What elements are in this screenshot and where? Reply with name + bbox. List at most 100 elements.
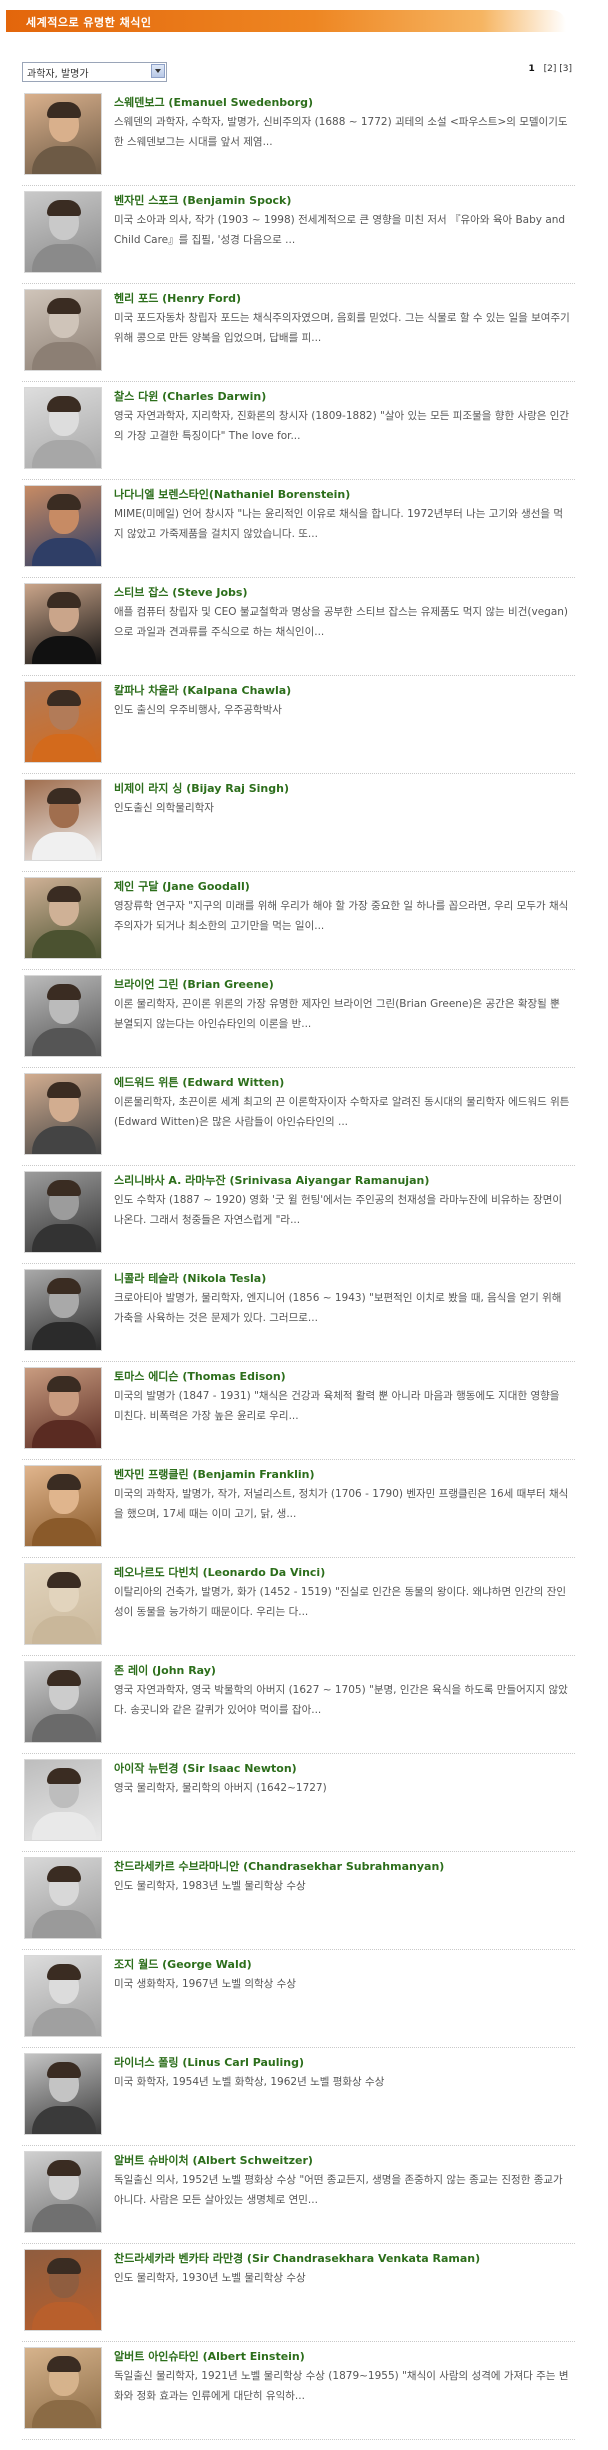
list-item[interactable]: 제인 구달 (Jane Goodall) 영장류학 연구자 "지구의 미래를 위해… <box>22 872 575 970</box>
portrait-image[interactable] <box>24 485 102 567</box>
list-item[interactable]: 아이작 뉴턴경 (Sir Isaac Newton) 영국 물리학자, 물리학의 … <box>22 1754 575 1852</box>
person-description: 인도 물리학자, 1930년 노벨 물리학상 수상 <box>114 2272 306 2284</box>
person-name-link[interactable]: 존 레이 (John Ray) <box>114 1662 216 1678</box>
list-item[interactable]: 니콜라 테슬라 (Nikola Tesla) 크로아티아 발명가, 물리학자, 엔… <box>22 1264 575 1362</box>
person-name-link[interactable]: 찬드라세카라 벤카타 라만경 (Sir Chandrasekhara Venka… <box>114 2250 480 2266</box>
person-name-link[interactable]: 벤자민 프랭클린 (Benjamin Franklin) <box>114 1466 315 1482</box>
person-name-link[interactable]: 아이작 뉴턴경 (Sir Isaac Newton) <box>114 1760 297 1776</box>
people-list: 스웨덴보그 (Emanuel Swedenborg) 스웨덴의 과학자, 수학자,… <box>0 88 608 2440</box>
person-description: 미국의 과학자, 발명가, 작가, 저널리스트, 정치가 (1706 - 179… <box>114 1488 569 1520</box>
person-name-link[interactable]: 스리니바사 A. 라마누잔 (Srinivasa Aiyangar Ramanu… <box>114 1172 429 1188</box>
section-header: 세계적으로 유명한 채식인 <box>6 6 596 36</box>
person-description: 미국 포드자동차 창립자 포드는 채식주의자였으며, 음회를 믿었다. 그는 식… <box>114 312 570 344</box>
person-name-link[interactable]: 나다니엘 보렌스타인(Nathaniel Borenstein) <box>114 486 350 502</box>
portrait-image[interactable] <box>24 1857 102 1939</box>
list-item[interactable]: 찰스 다윈 (Charles Darwin) 영국 자연과학자, 지리학자, 진화… <box>22 382 575 480</box>
portrait-image[interactable] <box>24 1759 102 1841</box>
person-name-link[interactable]: 제인 구달 (Jane Goodall) <box>114 878 250 894</box>
person-description: 독일출신 의사, 1952년 노벨 평화상 수상 "어떤 종교든지, 생명을 존… <box>114 2174 563 2206</box>
list-item[interactable]: 레오나르도 다빈치 (Leonardo Da Vinci) 이탈리아의 건축가, … <box>22 1558 575 1656</box>
list-item[interactable]: 비제이 라지 싱 (Bijay Raj Singh) 인도출신 의학물리학자 <box>22 774 575 872</box>
person-name-link[interactable]: 스웨덴보그 (Emanuel Swedenborg) <box>114 94 313 110</box>
portrait-image[interactable] <box>24 681 102 763</box>
person-name-link[interactable]: 칼파나 차울라 (Kalpana Chawla) <box>114 682 291 698</box>
person-description: 인도 출신의 우주비행사, 우주공학박사 <box>114 704 282 716</box>
list-item[interactable]: 헨리 포드 (Henry Ford) 미국 포드자동차 창립자 포드는 채식주의자… <box>22 284 575 382</box>
person-name-link[interactable]: 조지 월드 (George Wald) <box>114 1956 252 1972</box>
person-description: 크로아티아 발명가, 물리학자, 엔지니어 (1856 ~ 1943) "보편적… <box>114 1292 562 1324</box>
portrait-image[interactable] <box>24 387 102 469</box>
person-description: 영국 자연과학자, 영국 박물학의 아버지 (1627 ~ 1705) "분명,… <box>114 1684 568 1716</box>
person-name-link[interactable]: 에드워드 위튼 (Edward Witten) <box>114 1074 284 1090</box>
person-name-link[interactable]: 스티브 잡스 (Steve Jobs) <box>114 584 248 600</box>
portrait-image[interactable] <box>24 2151 102 2233</box>
person-name-link[interactable]: 브라이언 그린 (Brian Greene) <box>114 976 274 992</box>
portrait-image[interactable] <box>24 1661 102 1743</box>
person-description: 미국 소아과 의사, 작가 (1903 ~ 1998) 전세계적으로 큰 영향을… <box>114 214 566 246</box>
portrait-image[interactable] <box>24 779 102 861</box>
person-name-link[interactable]: 토마스 에디슨 (Thomas Edison) <box>114 1368 286 1384</box>
chevron-down-icon[interactable] <box>151 64 165 78</box>
person-description: 독일출신 물리학자, 1921년 노벨 물리학상 수상 (1879~1955) … <box>114 2370 569 2402</box>
portrait-image[interactable] <box>24 191 102 273</box>
portrait-image[interactable] <box>24 1269 102 1351</box>
list-item[interactable]: 칼파나 차울라 (Kalpana Chawla) 인도 출신의 우주비행사, 우주… <box>22 676 575 774</box>
person-name-link[interactable]: 라이너스 폴링 (Linus Carl Pauling) <box>114 2054 304 2070</box>
list-item[interactable]: 찬드라세카라 벤카타 라만경 (Sir Chandrasekhara Venka… <box>22 2244 575 2342</box>
list-item[interactable]: 알버트 슈바이처 (Albert Schweitzer) 독일출신 의사, 195… <box>22 2146 575 2244</box>
list-item[interactable]: 찬드라세카르 수브라마니안 (Chandrasekhar Subrahmanya… <box>22 1852 575 1950</box>
portrait-image[interactable] <box>24 1955 102 2037</box>
person-description: 미국 생화학자, 1967년 노벨 의학상 수상 <box>114 1978 296 1990</box>
person-name-link[interactable]: 찰스 다윈 (Charles Darwin) <box>114 388 266 404</box>
person-description: 이론 물리학자, 끈이론 위론의 가장 유명한 제자인 브라이언 그린(Bria… <box>114 998 560 1030</box>
page-link-3[interactable]: [3] <box>559 64 572 74</box>
person-description: 미국 화학자, 1954년 노벨 화학상, 1962년 노벨 평화상 수상 <box>114 2076 385 2088</box>
category-select[interactable]: 과학자, 발명가 <box>22 62 167 82</box>
page-current: 1 <box>528 64 535 74</box>
person-description: 영장류학 연구자 "지구의 미래를 위해 우리가 해야 할 가장 중요한 일 하… <box>114 900 569 932</box>
list-item[interactable]: 벤자민 스포크 (Benjamin Spock) 미국 소아과 의사, 작가 (1… <box>22 186 575 284</box>
portrait-image[interactable] <box>24 975 102 1057</box>
person-name-link[interactable]: 알버트 슈바이처 (Albert Schweitzer) <box>114 2152 313 2168</box>
list-item[interactable]: 토마스 에디슨 (Thomas Edison) 미국의 발명가 (1847 - 1… <box>22 1362 575 1460</box>
list-item[interactable]: 존 레이 (John Ray) 영국 자연과학자, 영국 박물학의 아버지 (16… <box>22 1656 575 1754</box>
list-item[interactable]: 에드워드 위튼 (Edward Witten) 이론물리학자, 초끈이론 세계 최… <box>22 1068 575 1166</box>
person-description: 이론물리학자, 초끈이론 세계 최고의 끈 이론학자이자 수학자로 알려진 동시… <box>114 1096 570 1128</box>
page-link-2[interactable]: [2] <box>544 64 557 74</box>
person-name-link[interactable]: 비제이 라지 싱 (Bijay Raj Singh) <box>114 780 289 796</box>
portrait-image[interactable] <box>24 289 102 371</box>
portrait-image[interactable] <box>24 1465 102 1547</box>
person-name-link[interactable]: 헨리 포드 (Henry Ford) <box>114 290 241 306</box>
portrait-image[interactable] <box>24 2249 102 2331</box>
list-item[interactable]: 라이너스 폴링 (Linus Carl Pauling) 미국 화학자, 1954… <box>22 2048 575 2146</box>
person-name-link[interactable]: 레오나르도 다빈치 (Leonardo Da Vinci) <box>114 1564 325 1580</box>
person-name-link[interactable]: 니콜라 테슬라 (Nikola Tesla) <box>114 1270 266 1286</box>
portrait-image[interactable] <box>24 1073 102 1155</box>
toolbar: 과학자, 발명가 1 [2] [3] <box>0 62 608 88</box>
person-name-link[interactable]: 알버트 아인슈타인 (Albert Einstein) <box>114 2348 305 2364</box>
list-item[interactable]: 브라이언 그린 (Brian Greene) 이론 물리학자, 끈이론 위론의 가… <box>22 970 575 1068</box>
category-select-value: 과학자, 발명가 <box>27 69 89 80</box>
list-item[interactable]: 조지 월드 (George Wald) 미국 생화학자, 1967년 노벨 의학상… <box>22 1950 575 2048</box>
person-description: 스웨덴의 과학자, 수학자, 발명가, 신비주의자 (1688 ~ 1772) … <box>114 116 568 148</box>
list-item[interactable]: 스리니바사 A. 라마누잔 (Srinivasa Aiyangar Ramanu… <box>22 1166 575 1264</box>
list-item[interactable]: 알버트 아인슈타인 (Albert Einstein) 독일출신 물리학자, 19… <box>22 2342 575 2440</box>
list-item[interactable]: 벤자민 프랭클린 (Benjamin Franklin) 미국의 과학자, 발명가… <box>22 1460 575 1558</box>
portrait-image[interactable] <box>24 93 102 175</box>
portrait-image[interactable] <box>24 2347 102 2429</box>
portrait-image[interactable] <box>24 1367 102 1449</box>
list-item[interactable]: 나다니엘 보렌스타인(Nathaniel Borenstein) MIME(미메일… <box>22 480 575 578</box>
person-name-link[interactable]: 찬드라세카르 수브라마니안 (Chandrasekhar Subrahmanya… <box>114 1858 444 1874</box>
list-item[interactable]: 스웨덴보그 (Emanuel Swedenborg) 스웨덴의 과학자, 수학자,… <box>22 88 575 186</box>
portrait-image[interactable] <box>24 877 102 959</box>
person-description: 이탈리아의 건축가, 발명가, 화가 (1452 - 1519) "진실로 인간… <box>114 1586 567 1618</box>
portrait-image[interactable] <box>24 1563 102 1645</box>
pagination: 1 [2] [3] <box>528 64 572 74</box>
portrait-image[interactable] <box>24 1171 102 1253</box>
portrait-image[interactable] <box>24 2053 102 2135</box>
portrait-image[interactable] <box>24 583 102 665</box>
person-description: 인도 수학자 (1887 ~ 1920) 영화 '굿 윌 헌팅'에서는 주인공의… <box>114 1194 563 1226</box>
person-description: 미국의 발명가 (1847 - 1931) "채식은 건강과 육체적 활력 뿐 … <box>114 1390 560 1422</box>
person-name-link[interactable]: 벤자민 스포크 (Benjamin Spock) <box>114 192 291 208</box>
list-item[interactable]: 스티브 잡스 (Steve Jobs) 애플 컴퓨터 창립자 및 CEO 불교철학… <box>22 578 575 676</box>
